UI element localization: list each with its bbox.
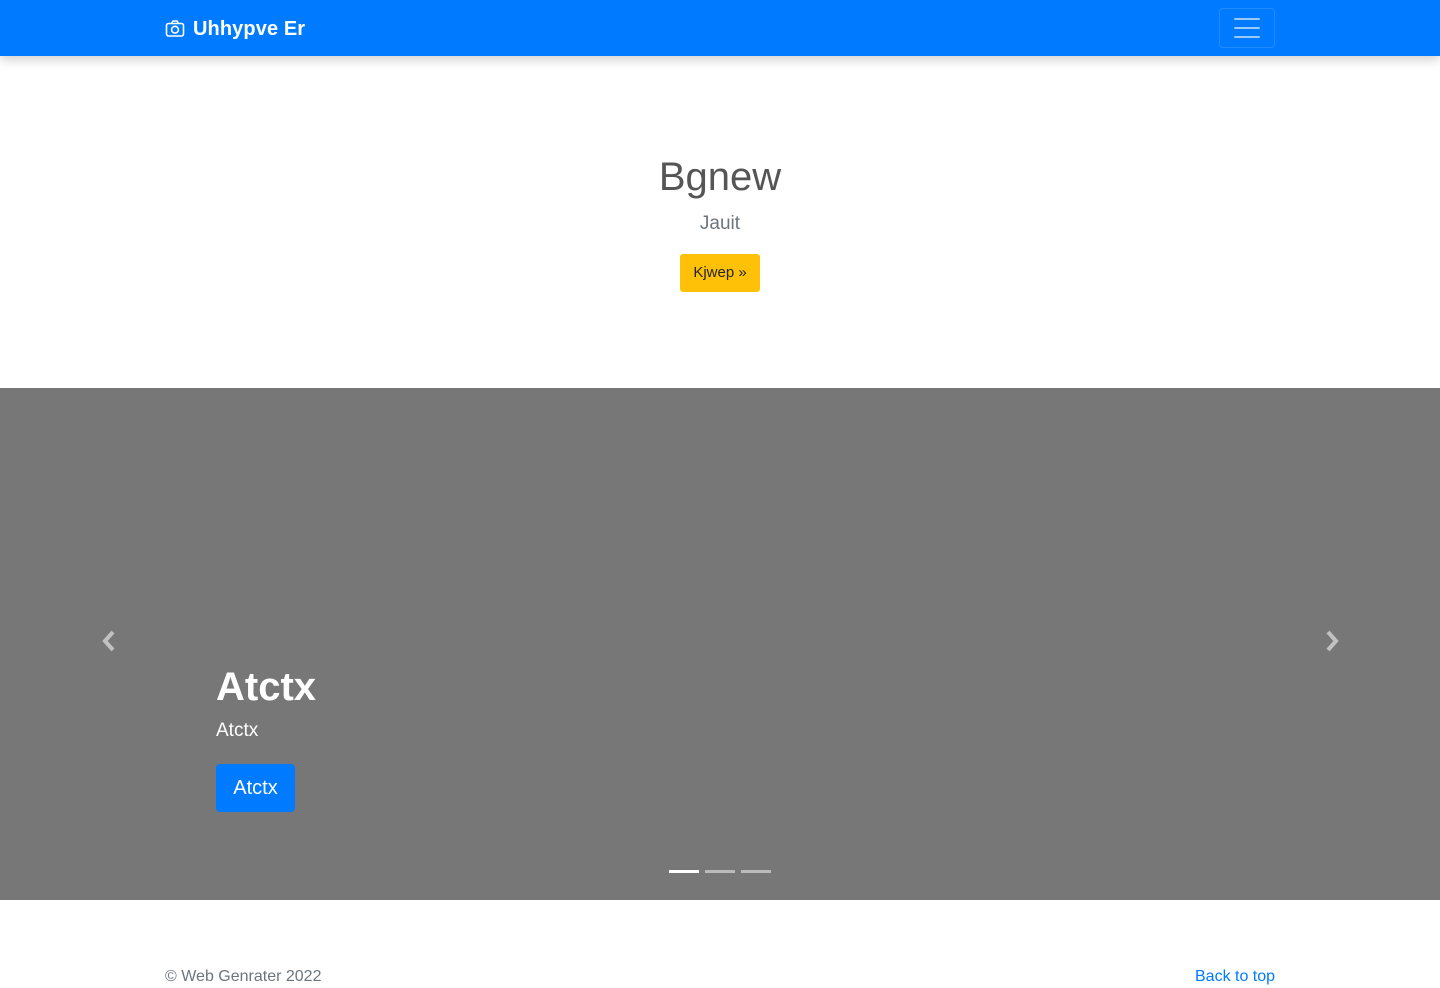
carousel-next-button[interactable]	[1317, 628, 1347, 658]
carousel-prev-button[interactable]	[94, 628, 124, 658]
hero-cta-button[interactable]: Kjwep »	[680, 254, 760, 292]
navbar: Uhhypve Er	[0, 0, 1440, 56]
footer-copyright: © Web Genrater 2022	[165, 968, 322, 985]
carousel-caption-button[interactable]: Atctx	[216, 764, 295, 812]
back-to-top-link[interactable]: Back to top	[1195, 966, 1275, 988]
carousel-caption-title: Atctx	[216, 665, 317, 709]
carousel-indicator-2[interactable]	[705, 870, 735, 873]
carousel: Atctx Atctx Atctx	[0, 388, 1440, 900]
hamburger-menu-icon	[1234, 18, 1260, 38]
carousel-indicator-3[interactable]	[741, 870, 771, 873]
chevron-left-icon	[101, 630, 117, 657]
brand-link[interactable]: Uhhypve Er	[165, 15, 305, 43]
hero-subtitle: Jauit	[699, 213, 741, 234]
carousel-caption-text: Atctx	[216, 720, 259, 741]
carousel-indicator-1[interactable]	[669, 870, 699, 873]
navbar-toggler-button[interactable]	[1219, 8, 1275, 48]
hero-section: Bgnew Jauit Kjwep »	[0, 56, 1440, 388]
chevron-right-icon	[1324, 630, 1340, 657]
carousel-indicators	[669, 870, 771, 873]
hero-title: Bgnew	[658, 155, 782, 199]
camera-icon	[165, 19, 185, 39]
brand-text: Uhhypve Er	[193, 17, 306, 40]
